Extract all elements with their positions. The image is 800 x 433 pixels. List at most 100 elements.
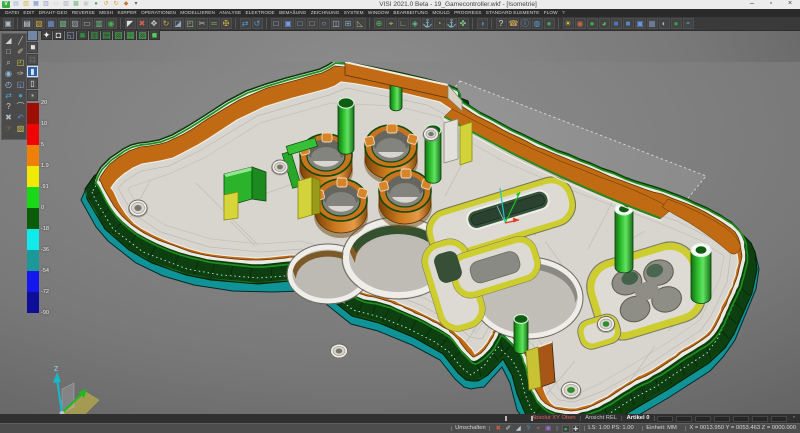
status-delete-icon[interactable]: ✖ [494,425,502,433]
box-select-icon[interactable]: □ [3,46,14,57]
env-icon[interactable]: ◕ [599,18,610,29]
toggle-button[interactable]: Umschalten [455,424,486,433]
trim-icon[interactable]: ✂ [197,18,208,29]
render-icon[interactable]: ☀ [563,18,574,29]
save-icon[interactable]: ▦ [32,1,40,8]
view-right-icon[interactable]: ▧ [113,29,124,40]
info-icon[interactable]: ⓘ [520,18,531,29]
status-pen-icon[interactable]: ✐ [504,425,512,433]
offset-icon[interactable]: ═ [209,18,220,29]
pencil-icon[interactable]: ✐ [15,46,26,57]
menu-item[interactable]: BEMAßUNG [277,9,309,17]
material-icon[interactable]: ◉ [575,18,586,29]
move-icon[interactable]: ✥ [149,18,160,29]
snap-icon[interactable]: ⌖ [386,18,397,29]
rotate-icon[interactable]: ↻ [161,18,172,29]
menu-item[interactable]: DATEI [3,9,21,17]
prompt-field[interactable] [714,416,730,422]
status-help-icon[interactable]: ? [524,425,532,433]
prompt-field[interactable] [752,416,768,422]
prompt-field[interactable] [676,416,692,422]
osnap-icon[interactable]: ◈ [410,18,421,29]
status-cursor-icon[interactable]: ◢ [514,425,522,433]
cplane-icon[interactable]: ◺ [355,18,366,29]
ruler-icon[interactable]: ⌒ [15,101,26,112]
pan-icon[interactable]: □ [307,18,318,29]
new-file-icon[interactable]: ▤ [12,1,20,8]
export-icon[interactable]: ▨ [70,18,81,29]
menu-item[interactable]: STANDARD ELEMENTE [484,9,542,17]
coordinate-mode[interactable]: Absolut XY Oben [527,414,579,423]
menu-item[interactable]: MOULD [430,9,452,17]
prompt-field[interactable] [695,416,711,422]
prompt-field[interactable] [733,416,749,422]
eye-icon[interactable]: ◉ [3,68,14,79]
menu-item[interactable]: OPERATIONEN [139,9,178,17]
scale-icon[interactable]: ◰ [185,18,196,29]
copy-icon[interactable]: ▩ [72,1,80,8]
menu-item[interactable]: PROGRESS [452,9,484,17]
menu-item[interactable]: MODELLIEREN [178,9,217,17]
attach-icon[interactable]: ⚓ [422,18,433,29]
help-icon[interactable]: ? [496,18,507,29]
camera-icon[interactable]: ◉ [106,18,117,29]
refresh-icon[interactable]: ⇄ [240,18,251,29]
globe-icon[interactable]: ● [671,18,682,29]
light1-icon[interactable]: ■ [611,18,622,29]
new-icon[interactable]: ▤ [22,18,33,29]
menu-item[interactable]: WINDOW [366,9,391,17]
light2-icon[interactable]: ■ [623,18,634,29]
anim-icon[interactable]: ▣ [635,18,646,29]
menu-item[interactable]: SYSTEM [342,9,366,17]
grid-icon[interactable]: ⊞ [343,18,354,29]
folder-icon[interactable]: ▧ [15,123,26,134]
zoom-all-icon[interactable]: ▣ [283,18,294,29]
point-icon[interactable]: ✤ [458,18,469,29]
menu-item[interactable]: DRAHT-GEO [37,9,70,17]
world-icon[interactable]: ● [15,90,26,101]
print-doc-icon[interactable]: ▭ [82,18,93,29]
visi-logo[interactable]: V [2,1,10,8]
wcs-icon[interactable]: ⊕ [374,18,385,29]
wireframe-view-icon[interactable]: ◱ [65,29,76,40]
shaded-view-icon[interactable]: ◘ [53,29,64,40]
minimize-button[interactable]: – [747,0,757,8]
view-left-icon[interactable]: ▤ [101,29,112,40]
prompt-info-icon[interactable]: ◔ [790,415,797,422]
print-preview-icon[interactable]: ▨ [62,1,70,8]
view-reference[interactable]: Ansicht REL [581,414,621,423]
print-icon[interactable]: ▭ [52,1,60,8]
mirror-icon[interactable]: ◪ [173,18,184,29]
save-doc-icon[interactable]: ▦ [46,18,57,29]
assistant-icon[interactable]: ☎ [508,18,519,29]
status-snap-icon[interactable]: ⌖ [534,425,542,433]
view-top-icon[interactable]: ■ [77,29,88,40]
status-layer-icon[interactable]: ▣ [544,425,552,433]
solid-mode-icon[interactable]: ▮ [27,66,38,77]
texture-icon[interactable]: ● [587,18,598,29]
draw-icon[interactable]: ✑ [15,68,26,79]
window-zoom-icon[interactable]: □ [271,18,282,29]
regen-icon[interactable]: ↺ [252,18,263,29]
filter-face-icon[interactable]: ◽ [27,42,38,53]
help-tool-icon[interactable]: ? [3,101,14,112]
sphere-icon[interactable]: ● [92,1,100,8]
filter-edge-icon[interactable]: □ [27,54,38,65]
help-quick-icon[interactable]: ◆ [122,1,130,8]
point-mode-icon[interactable]: ▪ [27,90,38,101]
ortho-icon[interactable]: ∟ [398,18,409,29]
capture-icon[interactable]: ▦ [647,18,658,29]
erase-icon[interactable]: ✖ [137,18,148,29]
view-iso-icon[interactable]: ■ [149,29,160,40]
plot-icon[interactable]: ▣ [82,1,90,8]
normal-icon[interactable]: ⚓ [446,18,457,29]
graphics-viewport[interactable]: Z X [0,31,800,414]
open-file-icon[interactable]: ▧ [22,1,30,8]
menu-item[interactable]: KöRPER [115,9,139,17]
select-icon[interactable]: ◤ [125,18,136,29]
model-canvas[interactable]: Z X [0,62,800,433]
zoom-prev-icon[interactable]: □ [295,18,306,29]
zoom-tool-icon[interactable]: ⌕ [3,57,14,68]
teamwork-icon[interactable]: ◍ [532,18,543,29]
import-icon[interactable]: ▩ [58,18,69,29]
